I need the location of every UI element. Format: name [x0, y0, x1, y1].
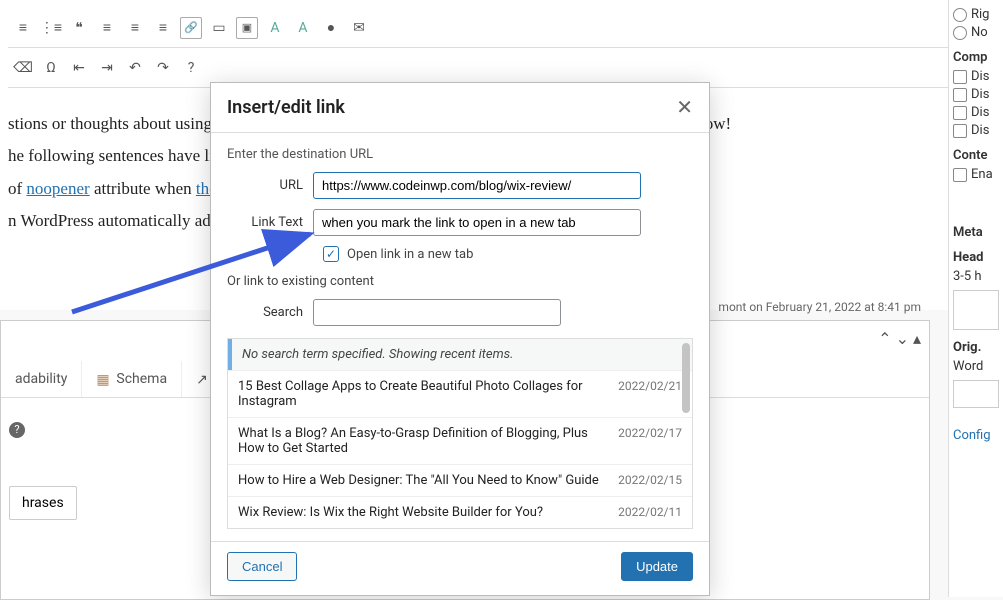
results-info: No search term specified. Showing recent…: [228, 339, 692, 370]
url-hint: Enter the destination URL: [227, 147, 693, 162]
media-icon[interactable]: ▣: [236, 17, 258, 39]
result-date: 2022/02/21: [618, 379, 682, 409]
align-right-icon[interactable]: ≡: [152, 17, 174, 39]
close-button[interactable]: ✕: [676, 95, 693, 120]
check-icon: ✓: [326, 247, 336, 261]
list-ol-icon[interactable]: ⋮≡: [40, 17, 62, 39]
result-item[interactable]: How to Hire a Web Designer: The "All You…: [228, 464, 692, 496]
undo-icon[interactable]: ↶: [124, 57, 146, 79]
omega-icon[interactable]: Ω: [40, 57, 62, 79]
search-input[interactable]: [313, 299, 561, 326]
result-title: Wix Review: Is Wix the Right Website Bui…: [238, 505, 606, 520]
globe-icon[interactable]: ●: [320, 17, 342, 39]
radio-icon: [953, 26, 967, 40]
linktext-label: Link Text: [227, 215, 313, 230]
option-dis[interactable]: Dis: [953, 69, 999, 84]
scrollbar[interactable]: [682, 343, 690, 413]
redo-icon[interactable]: ↷: [152, 57, 174, 79]
modal-footer: Cancel Update: [211, 541, 709, 595]
align-center-icon[interactable]: ≡: [124, 17, 146, 39]
sidebar-heading: Orig.: [953, 340, 999, 355]
option-rig[interactable]: Rig: [953, 7, 999, 22]
search-label: Search: [227, 305, 313, 320]
checkbox-icon: [953, 124, 967, 138]
modal-title: Insert/edit link: [227, 97, 345, 118]
result-item[interactable]: What Is a Blog? An Easy-to-Grasp Definit…: [228, 417, 692, 464]
sidebar-heading: Comp: [953, 50, 999, 65]
checkbox-icon: [953, 168, 967, 182]
checkbox-icon: [953, 88, 967, 102]
keyphrase-input[interactable]: hrases: [9, 486, 77, 520]
help-icon[interactable]: ?: [9, 422, 25, 438]
share-icon: ↗: [196, 372, 210, 386]
result-title: How to Hire a Web Designer: The "All You…: [238, 473, 606, 488]
list-ul-icon[interactable]: ≡: [12, 17, 34, 39]
chevron-up-icon[interactable]: ⌃: [878, 329, 891, 348]
quote-icon[interactable]: ❝: [68, 17, 90, 39]
results-list: No search term specified. Showing recent…: [227, 338, 693, 529]
editor-toolbar: ≡ ⋮≡ ❝ ≡ ≡ ≡ 🔗 ▭ ▣ A A ● ✉ ⛶: [8, 8, 995, 48]
option-dis[interactable]: Dis: [953, 87, 999, 102]
existing-content-label: Or link to existing content: [227, 274, 693, 289]
sidebar-heading: Conte: [953, 148, 999, 163]
option-dis[interactable]: Dis: [953, 123, 999, 138]
chevron-down-icon[interactable]: ⌄: [896, 329, 909, 348]
result-date: 2022/02/11: [618, 505, 682, 520]
tab-schema[interactable]: ▦ Schema: [82, 361, 182, 397]
sidebar-textbox[interactable]: [953, 290, 999, 330]
align-icon[interactable]: ≡: [96, 17, 118, 39]
update-button[interactable]: Update: [621, 552, 693, 581]
tab-readability[interactable]: adability: [1, 361, 82, 397]
checkbox-icon: [953, 106, 967, 120]
result-date: 2022/02/15: [618, 473, 682, 488]
style-a-icon[interactable]: A: [264, 17, 286, 39]
cancel-button[interactable]: Cancel: [227, 552, 297, 581]
result-date: 2022/02/17: [618, 426, 682, 456]
image-icon[interactable]: ▭: [208, 17, 230, 39]
radio-icon: [953, 8, 967, 22]
content-link[interactable]: noopener: [26, 179, 89, 198]
config-link[interactable]: Config: [953, 428, 999, 443]
link-icon[interactable]: 🔗: [180, 17, 202, 39]
mail-icon[interactable]: ✉: [348, 17, 370, 39]
sidebar-textbox[interactable]: [953, 380, 999, 408]
result-item[interactable]: Wix Review: Is Wix the Right Website Bui…: [228, 496, 692, 528]
help-icon[interactable]: ?: [180, 57, 202, 79]
collapse-icon[interactable]: ▴: [913, 329, 921, 348]
modal-body: Enter the destination URL URL Link Text …: [211, 133, 709, 541]
option-dis[interactable]: Dis: [953, 105, 999, 120]
sidebar-text: Word: [953, 359, 999, 374]
grid-icon: ▦: [96, 372, 110, 386]
sidebar-heading: Meta: [953, 225, 999, 240]
outdent-icon[interactable]: ⇤: [68, 57, 90, 79]
result-item[interactable]: 15 Best Collage Apps to Create Beautiful…: [228, 370, 692, 417]
newtab-checkbox[interactable]: ✓: [323, 246, 339, 262]
modal-header: Insert/edit link ✕: [211, 83, 709, 133]
indent-icon[interactable]: ⇥: [96, 57, 118, 79]
eraser-icon[interactable]: ⌫: [12, 57, 34, 79]
checkbox-icon: [953, 70, 967, 84]
result-title: 15 Best Collage Apps to Create Beautiful…: [238, 379, 606, 409]
right-sidebar: Rig No Comp Dis Dis Dis Dis Conte Ena Me…: [948, 0, 1003, 597]
result-title: What Is a Blog? An Easy-to-Grasp Definit…: [238, 426, 606, 456]
sidebar-heading: Head: [953, 250, 999, 265]
newtab-label: Open link in a new tab: [347, 247, 473, 262]
linktext-input[interactable]: [313, 209, 641, 236]
option-no[interactable]: No: [953, 25, 999, 40]
close-icon: ✕: [676, 97, 693, 119]
style-b-icon[interactable]: A: [292, 17, 314, 39]
insert-link-modal: Insert/edit link ✕ Enter the destination…: [210, 82, 710, 596]
url-input[interactable]: [313, 172, 641, 199]
url-label: URL: [227, 178, 313, 193]
option-ena[interactable]: Ena: [953, 167, 999, 182]
sidebar-text: 3-5 h: [953, 269, 999, 284]
